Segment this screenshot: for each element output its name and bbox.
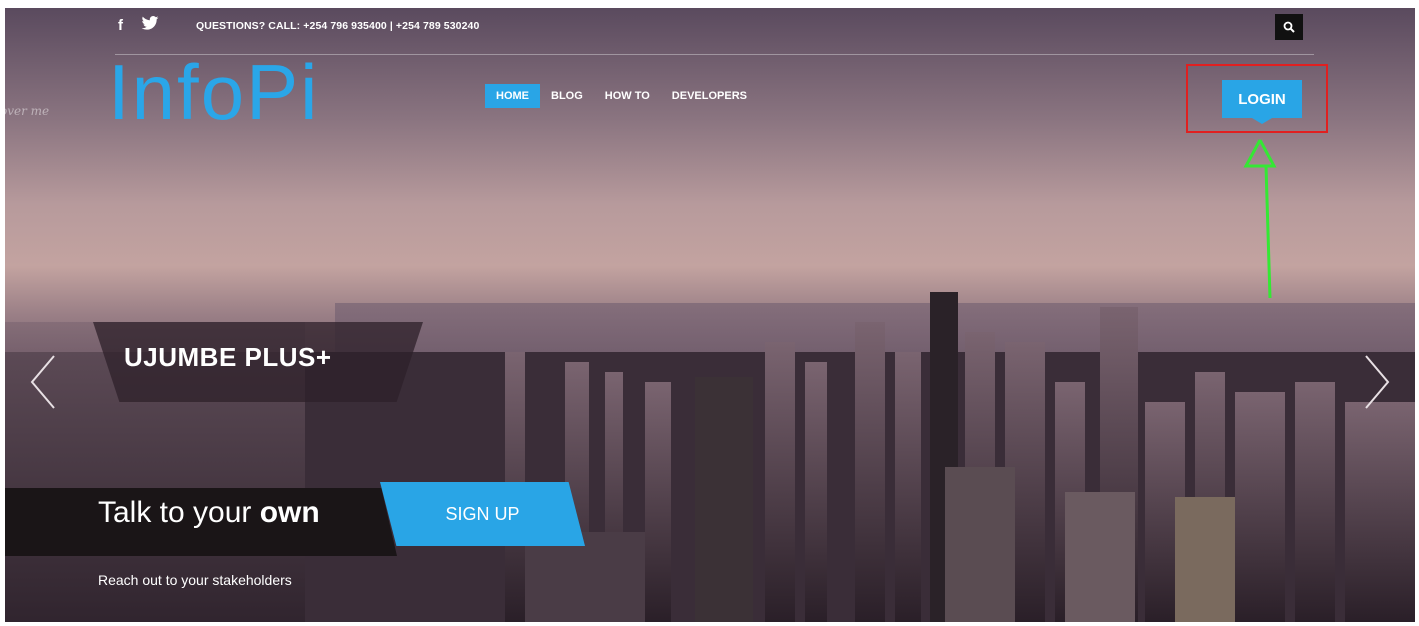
chevron-left-icon[interactable] xyxy=(28,352,58,412)
chevron-right-icon[interactable] xyxy=(1362,352,1392,412)
main-nav: HOME BLOG HOW TO DEVELOPERS xyxy=(485,84,758,108)
nav-item-developers[interactable]: DEVELOPERS xyxy=(661,84,758,108)
slide-tagline: Talk to your own xyxy=(98,496,320,529)
nav-item-how-to[interactable]: HOW TO xyxy=(594,84,661,108)
contact-text: QUESTIONS? CALL: +254 796 935400 | +254 … xyxy=(196,20,480,32)
nav-item-blog[interactable]: BLOG xyxy=(540,84,594,108)
site-logo[interactable]: InfoPi xyxy=(108,52,319,132)
search-icon xyxy=(1283,21,1295,33)
slide-subtext: Reach out to your stakeholders xyxy=(98,572,292,588)
up-arrow-annotation xyxy=(1243,139,1277,299)
page: f QUESTIONS? CALL: +254 796 935400 | +25… xyxy=(0,0,1419,626)
sign-up-button[interactable]: SIGN UP xyxy=(380,482,585,546)
search-button[interactable] xyxy=(1275,14,1303,40)
twitter-icon[interactable] xyxy=(141,16,159,34)
logo-side-text: over me xyxy=(0,104,50,118)
nav-item-home[interactable]: HOME xyxy=(485,84,540,108)
social-links: f xyxy=(118,16,173,34)
login-button[interactable]: LOGIN xyxy=(1222,80,1302,118)
login-button-notch xyxy=(1252,118,1272,124)
slide-title: UJUMBE PLUS+ xyxy=(124,342,332,372)
facebook-icon[interactable]: f xyxy=(118,17,123,34)
